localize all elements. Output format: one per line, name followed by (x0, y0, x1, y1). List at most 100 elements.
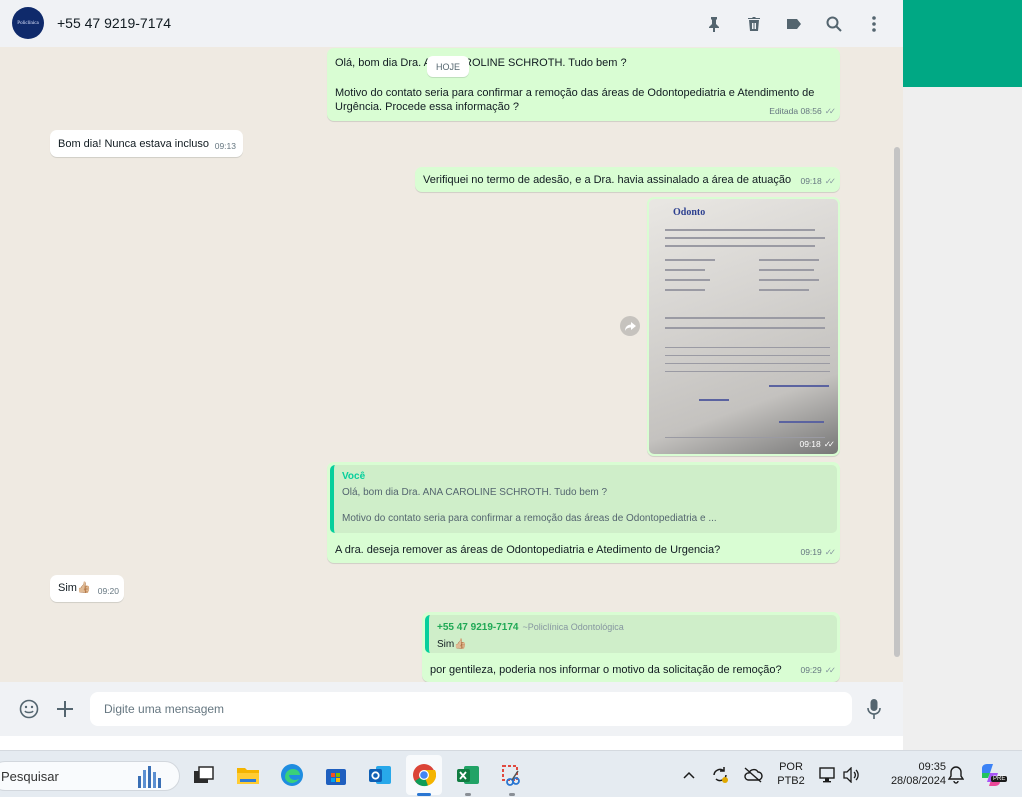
copilot-icon[interactable]: PRE (978, 762, 1008, 788)
document-line (665, 237, 825, 239)
document-line (759, 289, 809, 291)
edge-browser-icon[interactable] (279, 762, 305, 788)
message-meta: 09:29 ✓✓ (800, 663, 836, 677)
message-input[interactable] (90, 692, 852, 726)
emoji-icon[interactable] (18, 698, 40, 720)
day-divider: HOJE (427, 56, 469, 77)
forward-icon (624, 321, 636, 331)
task-view-icon[interactable] (191, 762, 217, 788)
chat-scrollbar[interactable] (894, 147, 900, 657)
volume-icon[interactable] (838, 762, 864, 788)
document-line (665, 289, 705, 291)
excel-icon[interactable] (455, 762, 481, 788)
message-text: Sim👍🏼 (58, 582, 91, 594)
document-line (759, 259, 819, 261)
image-meta: 09:18 ✓✓ (799, 439, 835, 450)
file-explorer-icon[interactable] (235, 762, 261, 788)
message-meta: Editada 08:56 ✓✓ (769, 104, 836, 118)
message-meta: 09:18 ✓✓ (800, 174, 836, 188)
forward-button[interactable] (620, 316, 640, 336)
whatsapp-banner-strip (903, 0, 1022, 87)
read-ticks-icon: ✓✓ (823, 439, 835, 449)
read-ticks-icon: ✓✓ (824, 665, 836, 675)
label-icon[interactable] (783, 13, 805, 35)
document-line (665, 355, 830, 356)
document-signature (699, 399, 729, 401)
delete-icon[interactable] (743, 13, 765, 35)
message-text: Verifiquei no termo de adesão, e a Dra. … (423, 174, 792, 186)
open-app-indicator (509, 793, 515, 796)
menu-icon[interactable] (863, 13, 885, 35)
document-line (665, 371, 830, 372)
avatar-text: Policlínica (17, 20, 39, 26)
message-incoming[interactable]: Bom dia! Nunca estava incluso 09:13 (50, 130, 243, 157)
message-time: 09:29 (800, 665, 822, 675)
clock-date: 28/08/2024 (890, 775, 946, 787)
chevron-up-icon[interactable] (676, 762, 702, 788)
message-outgoing[interactable]: Olá, bom dia Dra. ANA CAROLINE SCHROTH. … (327, 48, 840, 121)
document-handwriting (769, 385, 829, 387)
read-ticks-icon: ✓✓ (824, 547, 836, 557)
whatsapp-window: Policlínica +55 47 9219-7174 HOJE Olá, b… (0, 0, 903, 736)
document-line (665, 363, 830, 364)
message-time: 09:13 (214, 141, 236, 151)
open-app-indicator (465, 793, 471, 796)
chat-header: Policlínica +55 47 9219-7174 (0, 0, 903, 47)
cloud-offline-icon[interactable] (740, 762, 766, 788)
document-line (665, 347, 830, 348)
document-photo[interactable]: Odonto 09:18 ✓✓ (649, 199, 838, 454)
avatar[interactable]: Policlínica (12, 7, 44, 39)
read-ticks-icon: ✓✓ (824, 176, 836, 186)
quote-author: +55 47 9219-7174 (437, 622, 519, 633)
message-outgoing[interactable]: Verifiquei no termo de adesão, e a Dra. … (415, 167, 840, 192)
snipping-tool-icon[interactable] (499, 762, 525, 788)
document-line (665, 245, 815, 247)
clock-time: 09:35 (918, 761, 946, 773)
pin-icon[interactable] (703, 13, 725, 35)
document-line (665, 229, 815, 231)
document-line (665, 259, 715, 261)
preview-badge: PRE (991, 776, 1008, 782)
message-composer (0, 682, 903, 736)
quote-line: Olá, bom dia Dra. ANA CAROLINE SCHROTH. … (342, 487, 608, 498)
message-outgoing-reply[interactable]: Você Olá, bom dia Dra. ANA CAROLINE SCHR… (327, 462, 840, 563)
message-line: Motivo do contato seria para confirmar a… (335, 87, 815, 99)
quote-author-line: +55 47 9219-7174 ~Policlínica Odontológic… (437, 620, 829, 635)
desktop-background (903, 0, 1022, 750)
quote-line: Motivo do contato seria para confirmar a… (342, 513, 717, 524)
message-text: A dra. deseja remover as áreas de Odonto… (335, 544, 721, 556)
sync-icon[interactable] (707, 762, 733, 788)
notification-bell-icon[interactable] (943, 762, 969, 788)
message-line: Urgência. Procede essa informação ? (335, 101, 520, 113)
document-line (759, 269, 814, 271)
document-line (665, 437, 825, 438)
image-message[interactable]: Odonto 09:18 ✓✓ (647, 197, 840, 456)
quoted-message[interactable]: +55 47 9219-7174 ~Policlínica Odontológic… (425, 615, 837, 653)
search-highlight-icon (138, 766, 161, 788)
quoted-message[interactable]: Você Olá, bom dia Dra. ANA CAROLINE SCHR… (330, 465, 837, 533)
chrome-icon[interactable] (411, 762, 437, 788)
outlook-icon[interactable] (367, 762, 393, 788)
microsoft-store-icon[interactable] (323, 762, 349, 788)
contact-name[interactable]: +55 47 9219-7174 (57, 15, 171, 31)
message-outgoing-reply[interactable]: +55 47 9219-7174 ~Policlínica Odontológic… (422, 612, 840, 682)
attach-plus-icon[interactable] (54, 698, 76, 720)
message-text: por gentileza, poderia nos informar o mo… (430, 664, 782, 676)
read-ticks-icon: ✓✓ (824, 106, 836, 116)
quote-author-subtitle: ~Policlínica Odontológica (522, 622, 624, 632)
message-time: Editada 08:56 (769, 106, 822, 116)
message-incoming[interactable]: Sim👍🏼 09:20 (50, 575, 124, 602)
active-app-indicator (417, 793, 431, 796)
search-icon[interactable] (823, 13, 845, 35)
microphone-icon[interactable] (863, 698, 885, 720)
input-language[interactable]: POR PTB2 (773, 760, 809, 788)
document-line (759, 279, 819, 281)
message-meta: 09:19 ✓✓ (800, 545, 836, 559)
document-line (665, 279, 710, 281)
message-time: 09:20 (97, 586, 119, 596)
message-time: 09:19 (800, 547, 822, 557)
document-signature (779, 421, 824, 423)
system-clock[interactable]: 09:35 28/08/2024 (872, 760, 946, 788)
document-line (665, 327, 825, 329)
taskbar-search[interactable]: Pesquisar (0, 761, 180, 791)
